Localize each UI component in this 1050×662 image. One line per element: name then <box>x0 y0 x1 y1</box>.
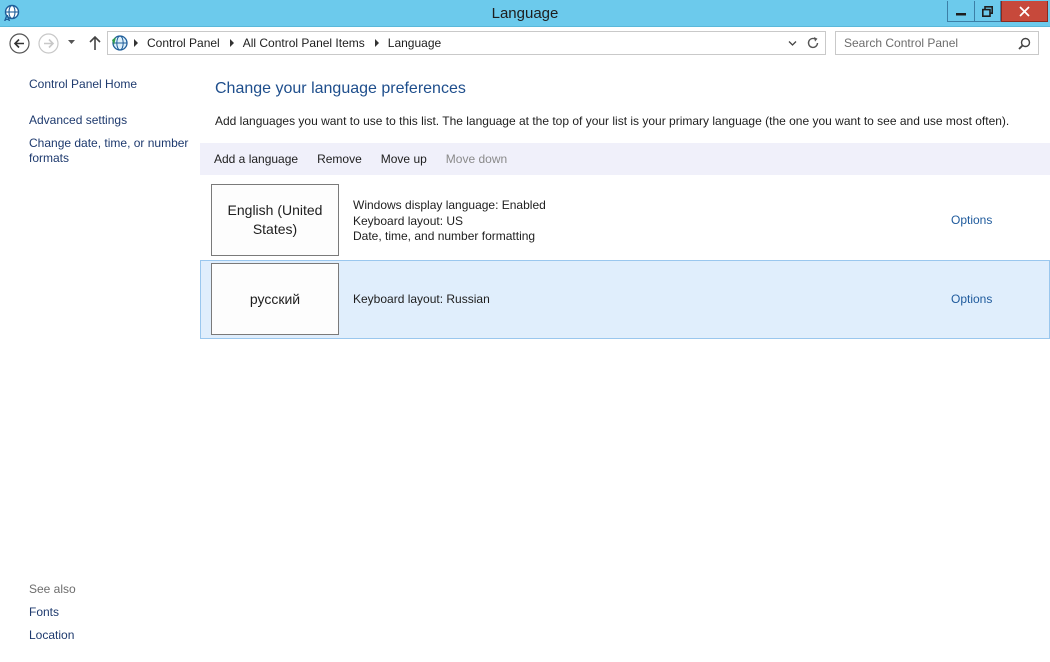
breadcrumb-language[interactable]: Language <box>388 36 441 50</box>
sidebar-link-advanced-settings[interactable]: Advanced settings <box>29 113 127 128</box>
restore-button[interactable] <box>975 1 1001 22</box>
up-arrow-icon[interactable] <box>88 35 102 51</box>
language-toolbar: Add a language Remove Move up Move down <box>200 143 1050 175</box>
back-arrow-icon[interactable] <box>9 33 30 54</box>
forward-arrow-icon[interactable] <box>38 33 59 54</box>
options-link[interactable]: Options <box>951 213 992 227</box>
address-dropdown-icon[interactable] <box>787 38 798 49</box>
title-bar: A Language <box>0 0 1050 27</box>
remove-button[interactable]: Remove <box>317 152 362 166</box>
page-description: Add languages you want to use to this li… <box>215 114 1010 128</box>
options-link[interactable]: Options <box>951 292 992 306</box>
sidebar-link-fonts[interactable]: Fonts <box>29 605 59 620</box>
refresh-icon[interactable] <box>806 36 820 50</box>
language-row-english[interactable]: English (United States) Windows display … <box>200 181 1050 259</box>
search-box[interactable] <box>835 31 1039 55</box>
sidebar-link-location[interactable]: Location <box>29 628 74 643</box>
breadcrumb-control-panel[interactable]: Control Panel <box>147 36 220 50</box>
language-tile[interactable]: English (United States) <box>211 184 339 256</box>
add-language-button[interactable]: Add a language <box>214 152 298 166</box>
breadcrumb: Control Panel All Control Panel Items La… <box>134 36 451 50</box>
address-bar[interactable]: Control Panel All Control Panel Items La… <box>107 31 826 55</box>
language-row-russian[interactable]: русский Keyboard layout: Russian Options <box>200 260 1050 339</box>
restore-icon <box>982 5 993 17</box>
window-title: Language <box>491 5 559 22</box>
minimize-icon <box>956 13 966 16</box>
language-detail-line: Keyboard layout: Russian <box>353 292 490 306</box>
search-icon[interactable] <box>1018 37 1031 50</box>
see-also-heading: See also <box>29 582 76 596</box>
chevron-right-icon[interactable] <box>134 39 138 47</box>
minimize-button[interactable] <box>947 1 975 22</box>
language-details: Keyboard layout: Russian <box>353 292 490 308</box>
chevron-down-icon[interactable] <box>67 38 76 47</box>
breadcrumb-all-items[interactable]: All Control Panel Items <box>243 36 365 50</box>
search-input[interactable] <box>836 32 1014 54</box>
sidebar-link-change-date-formats[interactable]: Change date, time, or number formats <box>29 136 199 166</box>
language-detail-line: Date, time, and number formatting <box>353 229 536 243</box>
chevron-right-icon[interactable] <box>374 39 379 47</box>
sidebar-link-control-panel-home[interactable]: Control Panel Home <box>29 77 137 92</box>
language-details: Windows display language: Enabled Keyboa… <box>353 198 546 245</box>
chevron-right-icon[interactable] <box>229 39 234 47</box>
close-button[interactable] <box>1001 1 1048 22</box>
move-up-button[interactable]: Move up <box>381 152 427 166</box>
page-title: Change your language preferences <box>215 80 466 97</box>
language-detail-line: Keyboard layout: US <box>353 213 464 228</box>
close-icon <box>1019 5 1030 17</box>
move-down-button: Move down <box>445 152 508 166</box>
language-detail-line: Windows display language: Enabled <box>353 198 546 212</box>
language-tile[interactable]: русский <box>211 263 339 335</box>
control-panel-globe-icon <box>112 35 128 51</box>
